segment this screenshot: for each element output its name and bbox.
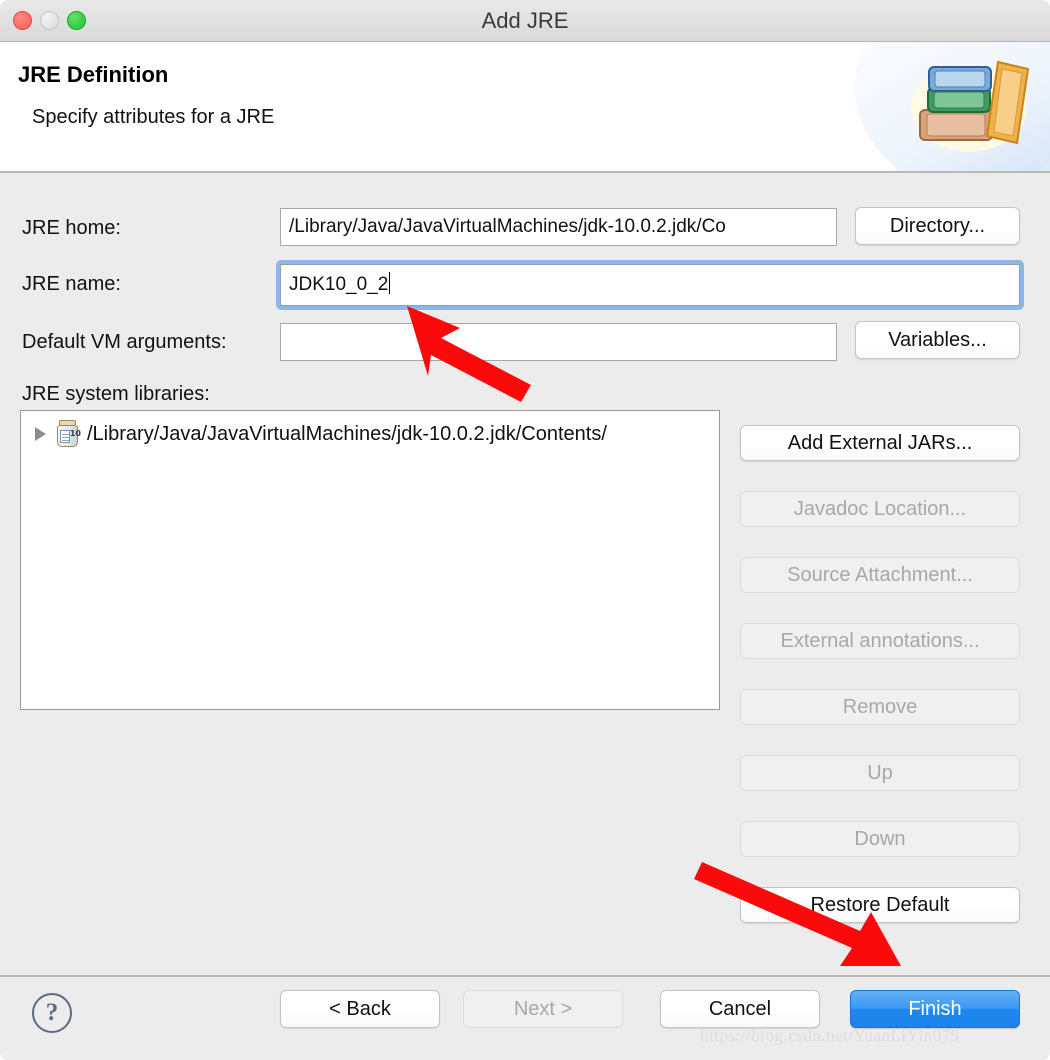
- jre-system-libraries-label: JRE system libraries:: [22, 383, 210, 405]
- books-stack-icon: [855, 42, 1050, 171]
- jre-home-input[interactable]: /Library/Java/JavaVirtualMachines/jdk-10…: [280, 208, 837, 246]
- dialog-footer: ? < Back Next > Cancel Finish: [0, 975, 1050, 1060]
- page-title: JRE Definition: [18, 62, 169, 87]
- window-title: Add JRE: [481, 8, 569, 33]
- back-button[interactable]: < Back: [280, 990, 440, 1028]
- jar-icon: 10: [55, 420, 81, 448]
- source-attachment-button: Source Attachment...: [740, 557, 1020, 593]
- finish-button[interactable]: Finish: [850, 990, 1020, 1028]
- directory-button[interactable]: Directory...: [855, 207, 1020, 245]
- tree-row-label: /Library/Java/JavaVirtualMachines/jdk-10…: [87, 422, 607, 445]
- vm-arguments-input[interactable]: [280, 323, 837, 361]
- chevron-right-icon[interactable]: [35, 427, 46, 441]
- variables-button[interactable]: Variables...: [855, 321, 1020, 359]
- watermark-text: https://blog.csdn.net/YuanLiYin079: [700, 1026, 960, 1045]
- jre-system-libraries-tree[interactable]: 10 /Library/Java/JavaVirtualMachines/jdk…: [20, 410, 720, 710]
- help-icon[interactable]: ?: [32, 993, 72, 1033]
- add-jre-dialog: Add JRE JRE Definition Specify attribute…: [0, 0, 1050, 1060]
- remove-button: Remove: [740, 689, 1020, 725]
- page-subtitle: Specify attributes for a JRE: [32, 106, 275, 128]
- up-button: Up: [740, 755, 1020, 791]
- dialog-header: JRE Definition Specify attributes for a …: [0, 42, 1050, 173]
- jre-home-label: JRE home:: [22, 217, 121, 239]
- next-button: Next >: [463, 990, 623, 1028]
- dialog-body: JRE home: /Library/Java/JavaVirtualMachi…: [0, 173, 1050, 975]
- javadoc-location-button: Javadoc Location...: [740, 491, 1020, 527]
- cancel-button[interactable]: Cancel: [660, 990, 820, 1028]
- vm-arguments-label: Default VM arguments:: [22, 331, 227, 353]
- external-annotations-button: External annotations...: [740, 623, 1020, 659]
- jre-name-value: JDK10_0_2: [289, 274, 389, 295]
- down-button: Down: [740, 821, 1020, 857]
- tree-row[interactable]: 10 /Library/Java/JavaVirtualMachines/jdk…: [21, 417, 719, 451]
- jre-name-label: JRE name:: [22, 273, 121, 295]
- text-caret: [389, 272, 391, 294]
- add-external-jars-button[interactable]: Add External JARs...: [740, 425, 1020, 461]
- title-bar: Add JRE: [0, 0, 1050, 42]
- restore-default-button[interactable]: Restore Default: [740, 887, 1020, 923]
- jre-name-input[interactable]: JDK10_0_2: [280, 264, 1020, 306]
